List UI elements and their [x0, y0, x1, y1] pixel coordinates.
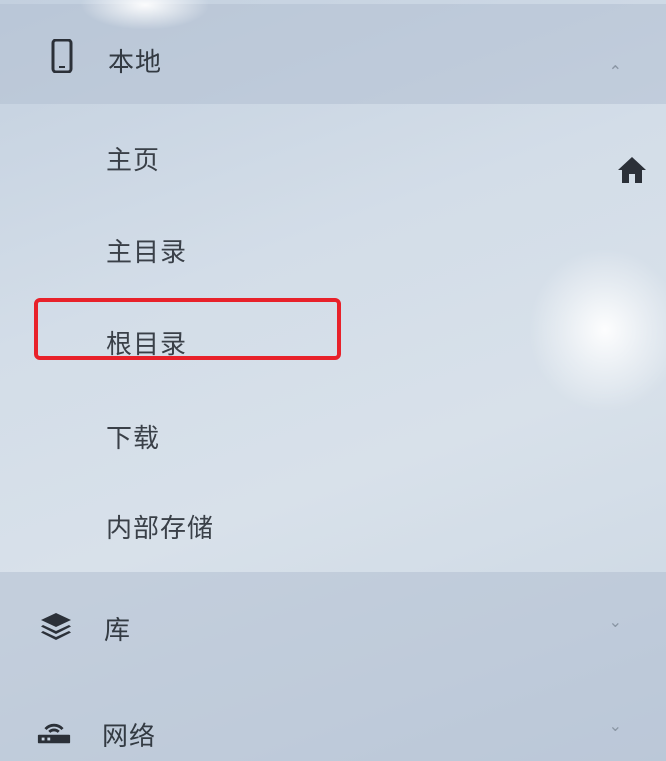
- section-header-network[interactable]: 网络 ⌄: [0, 682, 666, 761]
- section-label-network: 网络: [102, 722, 157, 752]
- section-header-local[interactable]: 本地 ⌃: [0, 4, 666, 104]
- section-header-library[interactable]: 库 ⌄: [0, 572, 666, 682]
- chevron-up-icon[interactable]: ⌃: [609, 62, 622, 81]
- nav-item-label: 下载: [106, 423, 161, 454]
- phone-icon: [44, 38, 80, 74]
- nav-item-label: 主目录: [106, 237, 188, 268]
- layers-icon: [38, 608, 74, 644]
- chevron-down-icon[interactable]: ⌄: [609, 716, 622, 735]
- highlight-annotation-box: [34, 298, 341, 360]
- router-icon: [36, 712, 72, 748]
- nav-item-internal-storage[interactable]: 内部存储: [0, 480, 666, 572]
- section-label-library: 库: [104, 616, 132, 646]
- home-icon[interactable]: [616, 154, 648, 186]
- nav-item-home[interactable]: 主页: [0, 112, 666, 204]
- chevron-down-icon[interactable]: ⌄: [609, 612, 622, 631]
- nav-item-downloads[interactable]: 下载: [0, 390, 666, 482]
- nav-item-home-directory[interactable]: 主目录: [0, 204, 666, 296]
- nav-item-label: 主页: [106, 145, 161, 176]
- section-label-local: 本地: [108, 48, 163, 78]
- navigation-drawer: 本地 ⌃ 主页 主目录 根目录 下载 内部存储 库 ⌄ 网络 ⌄: [0, 0, 666, 761]
- nav-item-label: 内部存储: [106, 513, 215, 544]
